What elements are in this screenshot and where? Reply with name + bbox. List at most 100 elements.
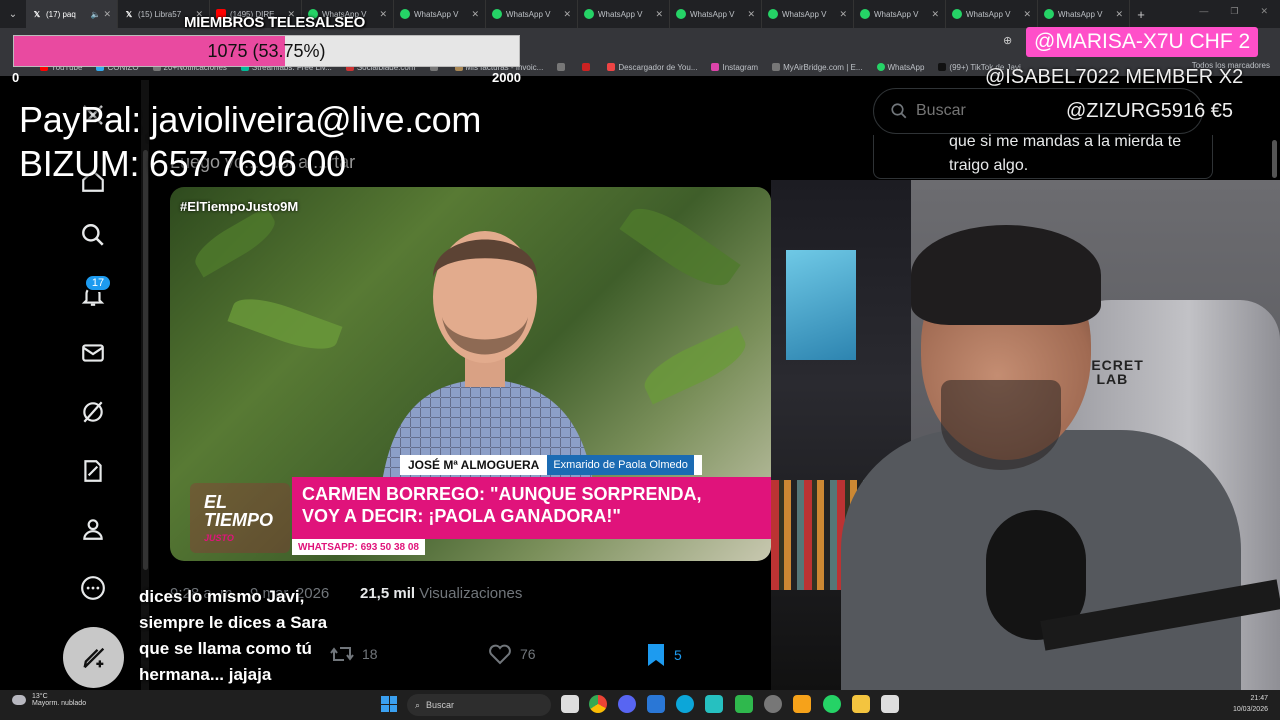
close-window-icon[interactable]: ✕ xyxy=(1260,6,1268,17)
app-icon[interactable] xyxy=(793,695,811,713)
mail-icon[interactable] xyxy=(78,338,108,368)
browser-tab[interactable]: WhatsApp V ✕ xyxy=(762,0,854,28)
bookmark-item[interactable]: Descargador de You... xyxy=(607,63,697,72)
bookmark-button[interactable]: 5 xyxy=(646,643,682,667)
tweet-views: 21,5 mil Visualizaciones xyxy=(360,585,523,602)
instagram-icon xyxy=(711,63,720,71)
more-icon[interactable] xyxy=(78,573,108,603)
close-tab-icon[interactable]: ✕ xyxy=(1115,9,1123,20)
whatsapp-icon[interactable] xyxy=(823,695,841,713)
close-tab-icon[interactable]: ✕ xyxy=(931,9,939,20)
minimize-icon[interactable]: — xyxy=(1199,6,1208,17)
close-tab-icon[interactable]: ✕ xyxy=(839,9,847,20)
close-tab-icon[interactable]: ✕ xyxy=(747,9,755,20)
maximize-icon[interactable]: ❐ xyxy=(1230,6,1238,17)
bookmark-item[interactable] xyxy=(557,63,568,71)
search-icon[interactable] xyxy=(78,220,108,250)
whatsapp-icon xyxy=(400,9,410,19)
x-logo-icon: 𝕏 xyxy=(125,9,133,19)
compose-icon xyxy=(83,647,104,668)
notification-badge: 17 xyxy=(84,274,112,292)
compose-post-button[interactable] xyxy=(63,627,124,688)
windows-start-icon[interactable] xyxy=(381,696,397,712)
goal-title: MIEMBROS TELESALSEO xyxy=(184,14,365,31)
premium-icon[interactable] xyxy=(78,456,108,486)
search-icon: ⌕ xyxy=(415,699,421,710)
window-controls: — ❐ ✕ xyxy=(1199,6,1268,17)
taskbar-clock[interactable]: 21:47 10/03/2026 xyxy=(1233,693,1268,715)
person-figure xyxy=(380,231,595,497)
close-tab-icon[interactable]: ✕ xyxy=(471,9,479,20)
tiktok-icon xyxy=(938,63,947,71)
close-tab-icon[interactable]: ✕ xyxy=(563,9,571,20)
donation-alert: @ISABEL7022 MEMBER X2 xyxy=(985,66,1244,88)
like-button[interactable]: 76 xyxy=(488,643,536,665)
sidebar-post-text: que si me mandas a la mierda te traigo a… xyxy=(949,133,1182,174)
tab-search-button[interactable]: ⌄ xyxy=(0,0,26,28)
bookmark-icon xyxy=(648,644,664,666)
donation-alert: @ZIZURG5916 €5 xyxy=(1066,100,1234,122)
taskbar-search[interactable]: ⌕ Buscar xyxy=(407,694,551,716)
browser-tab[interactable]: WhatsApp V ✕ xyxy=(946,0,1038,28)
paypal-overlay: PayPal: javioliveira@live.com xyxy=(19,99,482,140)
whatsapp-icon xyxy=(860,9,870,19)
whatsapp-icon xyxy=(492,9,502,19)
bookmark-item[interactable] xyxy=(582,63,593,71)
streamer-beard xyxy=(941,380,1061,470)
bookmark-item[interactable]: MyAirBridge.com | E... xyxy=(772,63,863,72)
cloud-icon xyxy=(12,695,26,705)
donation-alert: @MARISA-X7U CHF 2 xyxy=(1026,27,1259,57)
camtasia-icon[interactable] xyxy=(735,695,753,713)
whatsapp-icon xyxy=(952,9,962,19)
streamer-hair xyxy=(911,225,1101,325)
bookmark-icon xyxy=(582,63,591,71)
bookmark-item[interactable]: WhatsApp xyxy=(876,63,924,72)
video-hashtag: #ElTiempoJusto9M xyxy=(180,199,299,214)
obs-icon[interactable] xyxy=(764,695,782,713)
download-icon xyxy=(607,63,616,71)
whatsapp-icon xyxy=(876,63,885,71)
globe-icon xyxy=(772,63,781,71)
plant-leaf xyxy=(227,289,343,359)
plant-leaf xyxy=(637,325,753,405)
close-tab-icon[interactable]: ✕ xyxy=(655,9,663,20)
close-tab-icon[interactable]: ✕ xyxy=(379,9,387,20)
video-whatsapp-number: WHATSAPP: 693 50 38 08 xyxy=(292,539,425,555)
discord-icon[interactable] xyxy=(618,695,636,713)
browser-tab[interactable]: WhatsApp V ✕ xyxy=(854,0,946,28)
scrollbar[interactable] xyxy=(1272,140,1277,178)
whatsapp-icon xyxy=(584,9,594,19)
scrollbar[interactable] xyxy=(143,150,148,570)
chrome-icon[interactable] xyxy=(589,695,607,713)
task-view-icon[interactable] xyxy=(561,695,579,713)
webcam-feed: SECRET LAB xyxy=(771,180,1280,690)
video-headline: CARMEN BORREGO: "AUNQUE SORPRENDA, VOY A… xyxy=(292,477,771,539)
profile-icon[interactable] xyxy=(78,514,108,544)
browser-tab[interactable]: WhatsApp V ✕ xyxy=(486,0,578,28)
app-icon[interactable] xyxy=(705,695,723,713)
bizum-overlay: BIZUM: 657 7696 00 xyxy=(19,143,346,184)
tweet-video[interactable]: #ElTiempoJusto9M JOSÉ Mª ALMOGUERA Exmar… xyxy=(170,187,771,561)
browser-tab[interactable]: WhatsApp V ✕ xyxy=(1038,0,1130,28)
video-caption-name: JOSÉ Mª ALMOGUERA Exmarido de Paola Olme… xyxy=(400,455,702,475)
mail-app-icon[interactable] xyxy=(647,695,665,713)
browser-tab[interactable]: 𝕏 (17) paq 🔈 ✕ xyxy=(26,0,118,28)
new-tab-button[interactable]: + xyxy=(1130,7,1152,22)
browser-tab[interactable]: WhatsApp V ✕ xyxy=(578,0,670,28)
plant-leaf xyxy=(188,206,282,278)
goal-min: 0 xyxy=(12,70,20,85)
edge-icon[interactable] xyxy=(676,695,694,713)
browser-tab[interactable]: WhatsApp V ✕ xyxy=(670,0,762,28)
zoom-icon[interactable]: ⊕ xyxy=(1003,34,1012,47)
speaker-icon[interactable]: 🔈 xyxy=(90,10,100,19)
folder-icon[interactable] xyxy=(852,695,870,713)
search-icon xyxy=(891,103,907,119)
app-icon[interactable] xyxy=(881,695,899,713)
grok-icon[interactable] xyxy=(78,397,108,427)
whatsapp-icon xyxy=(1044,9,1054,19)
close-tab-icon[interactable]: ✕ xyxy=(1023,9,1031,20)
close-tab-icon[interactable]: ✕ xyxy=(103,9,111,20)
browser-tab[interactable]: WhatsApp V ✕ xyxy=(394,0,486,28)
bookmark-item[interactable]: Instagram xyxy=(711,63,758,72)
weather-widget[interactable]: 13°C Mayorm. nublado xyxy=(12,693,86,707)
